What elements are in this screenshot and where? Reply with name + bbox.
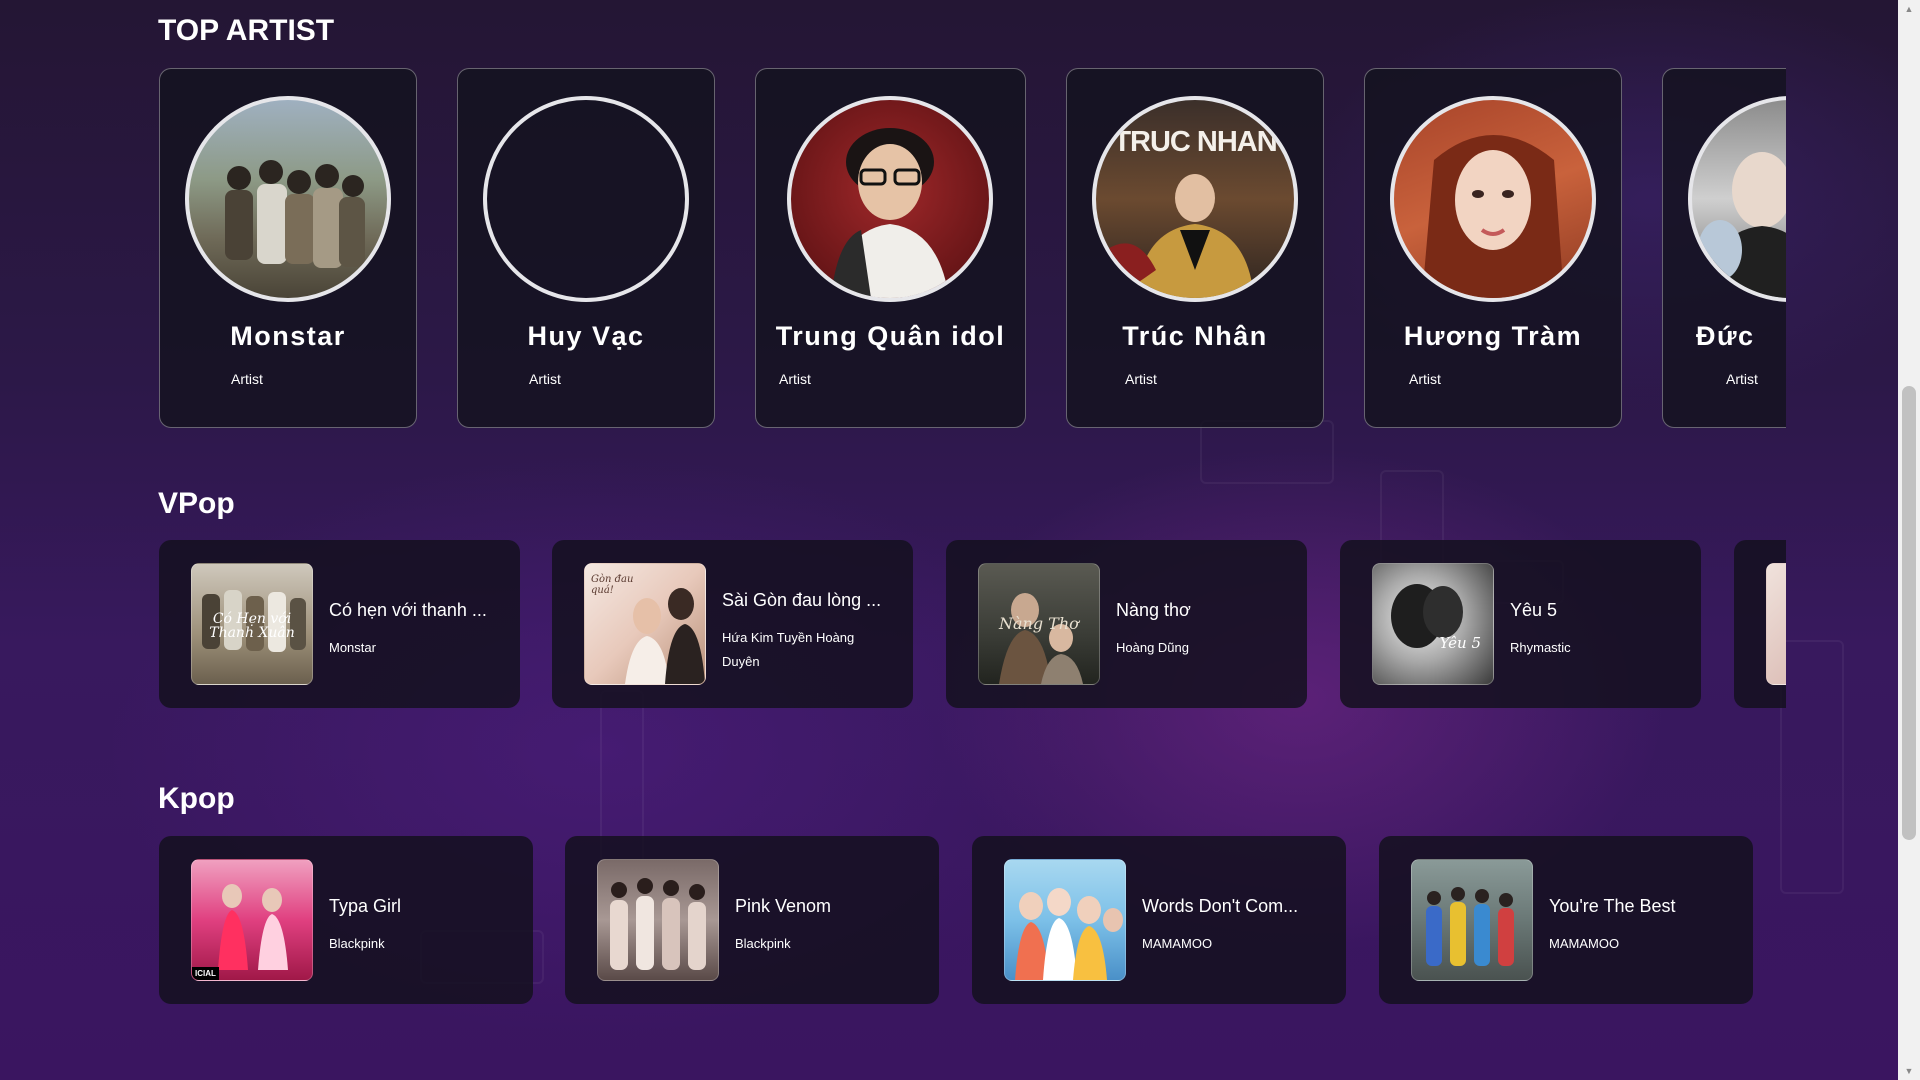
cover-caption: Nàng Thơ (999, 614, 1079, 633)
song-artist: Rhymastic (1510, 640, 1571, 655)
artist-card[interactable]: Đức Artist (1662, 68, 1786, 428)
scroll-down-arrow-icon[interactable]: ▼ (1898, 1062, 1920, 1080)
song-artist: Hoàng Dũng (1116, 640, 1189, 655)
song-card[interactable]: You're The Best MAMAMOO (1379, 836, 1753, 1004)
song-cover (597, 859, 719, 981)
artist-avatar (1688, 96, 1786, 302)
artist-avatar (1390, 96, 1596, 302)
artist-name: Huy Vạc (527, 321, 645, 351)
song-card[interactable]: Pink Venom Blackpink (565, 836, 939, 1004)
song-cover (1004, 859, 1126, 981)
song-title: Yêu 5 (1510, 600, 1558, 620)
song-title: Có hẹn với thanh ... (329, 600, 487, 620)
cover-art-icon (625, 588, 705, 684)
song-card[interactable]: Có Hẹn với Thanh Xuân Có hẹn với thanh .… (159, 540, 520, 708)
vpop-carousel[interactable]: Có Hẹn với Thanh Xuân Có hẹn với thanh .… (158, 540, 1786, 710)
top-artist-title: TOP ARTIST (158, 14, 335, 47)
artist-photo-icon (831, 128, 949, 298)
scroll-up-arrow-icon[interactable]: ▲ (1898, 0, 1920, 18)
kpop-title: Kpop (158, 782, 235, 815)
song-title: You're The Best (1549, 896, 1676, 916)
kpop-carousel[interactable]: ICIAL Typa Girl Blackpink Pink Venom Bla… (158, 836, 1786, 1006)
song-cover: Nàng Thơ (978, 563, 1100, 685)
song-artist: Hứa Kim Tuyền Hoàng Duyên (722, 630, 855, 669)
song-card[interactable]: Words Don't Com... MAMAMOO (972, 836, 1346, 1004)
artist-photo-icon (1106, 174, 1254, 298)
song-cover: ICIAL (191, 859, 313, 981)
artist-card[interactable]: Trung Quân idol Artist (755, 68, 1026, 428)
top-artist-carousel[interactable]: Monstar Artist Huy Vạc Artist Trung Quân… (158, 68, 1786, 430)
cover-caption: Yêu 5 (1439, 634, 1481, 652)
song-cover: Gòn đau quá! (584, 563, 706, 685)
artist-role: Artist (231, 371, 263, 387)
song-cover: Có Hẹn với Thanh Xuân (191, 563, 313, 685)
cover-caption: Có Hẹn với Thanh Xuân (209, 611, 295, 641)
artist-role: Artist (1726, 371, 1758, 387)
song-title: Nàng thơ (1116, 600, 1191, 620)
song-artist: MAMAMOO (1549, 936, 1620, 951)
artist-card[interactable]: Monstar Artist (159, 68, 417, 428)
artist-name: Đức (1696, 321, 1755, 351)
cover-art-icon (1391, 584, 1463, 648)
song-cover: Yêu 5 (1372, 563, 1494, 685)
artist-card[interactable]: Huy Vạc Artist (457, 68, 715, 428)
song-cover (1766, 563, 1786, 685)
song-artist: Monstar (329, 640, 376, 655)
song-artist: Blackpink (735, 936, 791, 951)
vpop-title: VPop (158, 487, 235, 520)
cover-caption: ICIAL (192, 967, 219, 980)
artist-name: Trúc Nhân (1122, 321, 1268, 351)
artist-role: Artist (1125, 371, 1157, 387)
artist-photo-icon (1422, 135, 1564, 298)
song-card[interactable]: Gòn đau quá! Sài Gòn đau lòng ... Hứa Ki… (552, 540, 913, 708)
artist-avatar (185, 96, 391, 302)
song-title: Typa Girl (329, 896, 402, 916)
artist-avatar (787, 96, 993, 302)
page-scrollbar[interactable]: ▲ ▼ (1898, 0, 1920, 1080)
artist-role: Artist (779, 371, 811, 387)
song-cover (1411, 859, 1533, 981)
cover-art-icon (218, 884, 288, 970)
scrollbar-thumb[interactable] (1902, 386, 1916, 840)
song-card[interactable] (1734, 540, 1786, 708)
artist-card[interactable]: Hương Tràm Artist (1364, 68, 1622, 428)
artist-avatar: TRUC NHAN (1092, 96, 1298, 302)
song-card[interactable]: ICIAL Typa Girl Blackpink (159, 836, 533, 1004)
song-title: Sài Gòn đau lòng ... (722, 590, 882, 610)
artist-name: Hương Tràm (1403, 321, 1583, 351)
song-card[interactable]: Nàng Thơ Nàng thơ Hoàng Dũng (946, 540, 1307, 708)
cover-art-icon (610, 878, 706, 970)
song-artist: MAMAMOO (1142, 936, 1213, 951)
main-content: TOP ARTIST Monstar Artist Huy Vạc Artist (0, 0, 1895, 1080)
artist-name: Monstar (230, 321, 346, 351)
artist-photo-icon (225, 160, 365, 268)
song-artist: Blackpink (329, 936, 385, 951)
song-title: Pink Venom (735, 896, 832, 916)
artist-role: Artist (529, 371, 561, 387)
artist-photo-icon (1698, 152, 1786, 298)
artist-name: Trung Quân idol (775, 321, 1006, 351)
cover-art-icon (1426, 887, 1514, 966)
artist-avatar (483, 96, 689, 302)
artist-card[interactable]: TRUC NHAN Trúc Nhân Artist (1066, 68, 1324, 428)
artist-role: Artist (1409, 371, 1441, 387)
song-card[interactable]: Yêu 5 Yêu 5 Rhymastic (1340, 540, 1701, 708)
cover-art-icon (1015, 888, 1123, 980)
song-title: Words Don't Com... (1142, 896, 1299, 916)
